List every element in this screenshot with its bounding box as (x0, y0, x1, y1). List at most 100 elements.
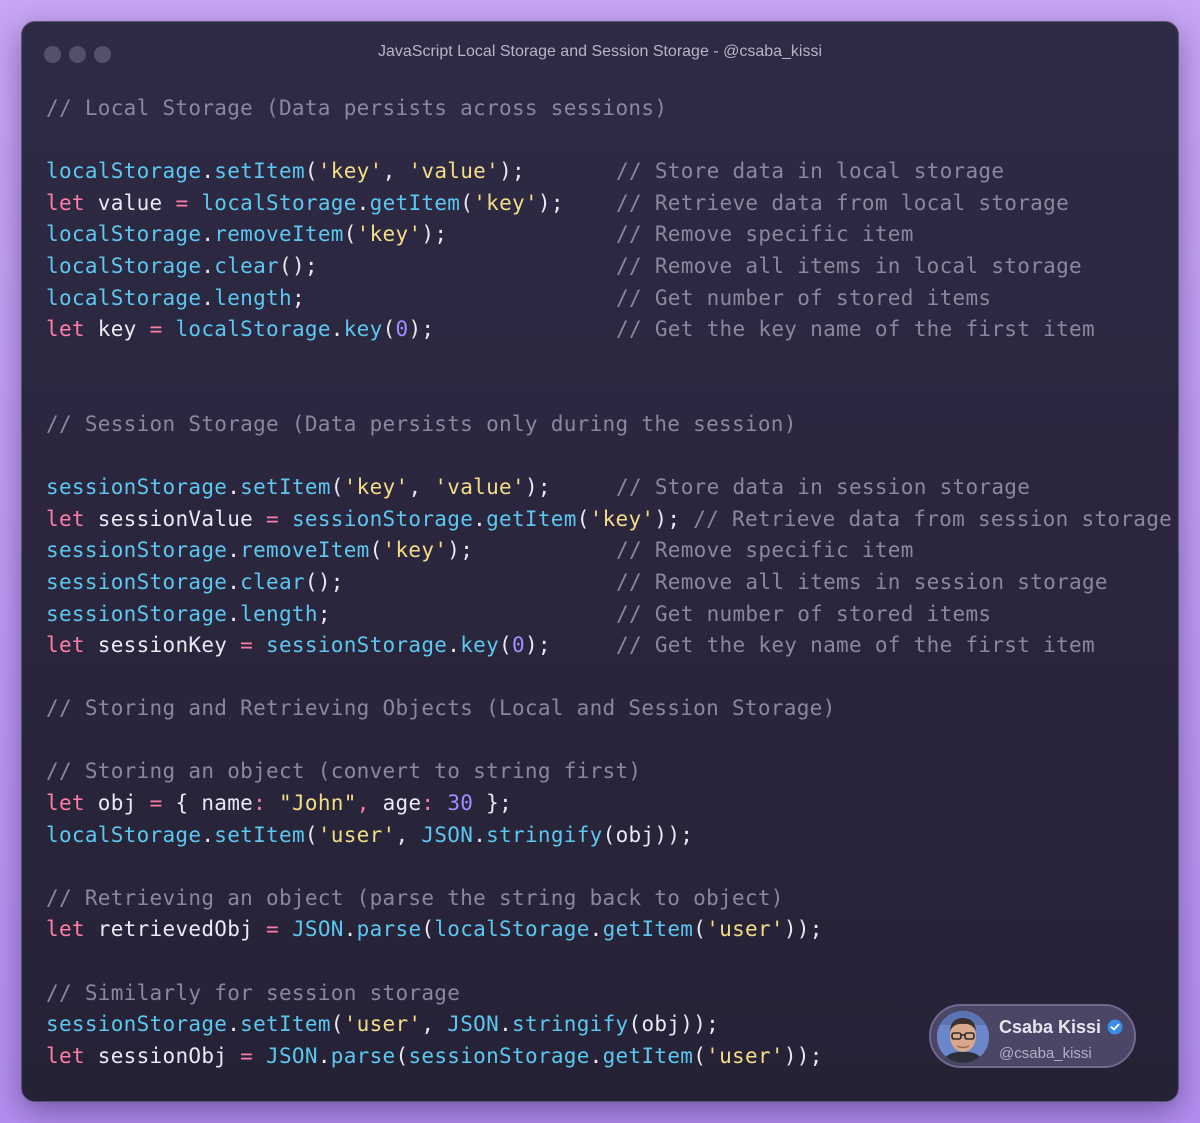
code-token: localStorage (46, 253, 202, 278)
inline-comment: // Get number of stored items (616, 285, 992, 310)
code-token: 30 (447, 791, 474, 816)
code-token: age (382, 791, 422, 816)
code-token: 'key' (382, 538, 448, 563)
inline-comment: // Retrieve data from local storage (616, 190, 1070, 215)
code-token: clear (240, 569, 305, 594)
code-token: = (175, 190, 202, 215)
code-token: sessionStorage (291, 506, 474, 531)
code-token: , (356, 791, 383, 816)
code-token: . (227, 601, 241, 626)
code-token: , (421, 1012, 448, 1037)
code-token: 'user' (343, 1012, 422, 1037)
code-token: JSON (421, 822, 474, 847)
code-token: ( (499, 633, 512, 658)
code-token: getItem (486, 506, 577, 531)
code-token: ); (537, 190, 564, 215)
code-token: JSON (291, 917, 344, 942)
inline-comment: // Remove specific item (616, 538, 914, 563)
code-token: // Similarly for session storage (46, 980, 461, 1005)
code-token: = (266, 917, 292, 942)
code-token: ( (304, 822, 318, 847)
title-bar: JavaScript Local Storage and Session Sto… (22, 22, 1178, 84)
code-token: : (421, 791, 448, 816)
code-token: JSON (447, 1012, 500, 1037)
code-token: 'user' (706, 1043, 784, 1068)
code-token: length (214, 285, 292, 310)
code-token: . (201, 253, 215, 278)
code-token: let (46, 317, 98, 342)
verified-check-icon (1107, 1019, 1123, 1035)
code-token: key (343, 317, 383, 342)
code-token: . (317, 1043, 331, 1068)
code-block: // Local Storage (Data persists across s… (46, 93, 1178, 1072)
code-line: let sessionKey = sessionStorage.key(0); /… (46, 630, 1178, 662)
code-line: sessionStorage.setItem('key', 'value'); /… (46, 472, 1178, 504)
code-token: removeItem (240, 538, 370, 563)
inline-comment: // Get number of stored items (616, 601, 992, 626)
code-token: = (149, 317, 176, 342)
code-token: 'user' (317, 822, 396, 847)
code-token: sessionObj (97, 1043, 241, 1068)
code-token: let (46, 506, 98, 531)
inline-comment: // Remove all items in local storage (616, 253, 1082, 278)
code-line: localStorage.length; // Get number of sto… (46, 283, 1178, 315)
code-token: 0 (395, 317, 409, 342)
code-line: let retrievedObj = JSON.parse(localStora… (46, 914, 1178, 946)
code-token: . (330, 317, 344, 342)
code-token: 0 (512, 633, 525, 658)
code-token: . (473, 506, 487, 531)
code-token: ( (421, 917, 435, 942)
code-token: sessionStorage (266, 633, 448, 658)
code-token: sessionStorage (46, 601, 228, 626)
code-token: getItem (602, 1043, 694, 1068)
code-token: ( (395, 1043, 409, 1068)
code-token: retrievedObj (97, 917, 267, 942)
window-title: JavaScript Local Storage and Session Sto… (377, 43, 823, 60)
code-token: ( (693, 917, 707, 942)
code-token: 'key' (343, 475, 409, 500)
code-token: 'key' (356, 222, 422, 247)
code-token: . (227, 538, 241, 563)
code-token: . (356, 190, 370, 215)
code-token: getItem (602, 917, 694, 942)
code-token: ; (317, 601, 331, 626)
code-token: . (499, 1012, 513, 1037)
code-line: // Session Storage (Data persists only d… (46, 409, 1178, 441)
author-handle: @csaba_kissi (999, 1045, 1092, 1062)
code-token: removeItem (214, 222, 344, 247)
code-line: // Storing an object (convert to string … (46, 756, 1178, 788)
code-line: let obj = { name: "John", age: 30 }; (46, 788, 1178, 820)
code-token: . (473, 822, 487, 847)
code-line: localStorage.removeItem('key'); // Remove… (46, 219, 1178, 251)
code-token: ( (382, 317, 396, 342)
code-line: localStorage.setItem('key', 'value'); // … (46, 156, 1178, 188)
code-token: = (240, 633, 267, 658)
code-token: . (227, 1012, 241, 1037)
code-token: ); (654, 506, 694, 531)
code-token: sessionStorage (46, 475, 228, 500)
code-token: localStorage (46, 285, 202, 310)
code-token: let (46, 917, 98, 942)
code-token: let (46, 633, 98, 658)
code-token: localStorage (434, 917, 590, 942)
code-token: stringify (512, 1012, 629, 1037)
author-badge[interactable]: Csaba Kissi @csaba_kissi (929, 1004, 1136, 1068)
code-token: (obj)); (628, 1012, 720, 1037)
code-token: . (201, 222, 215, 247)
code-token: "John" (279, 791, 357, 816)
code-token: localStorage (46, 159, 202, 184)
code-token: getItem (369, 190, 461, 215)
code-token: length (240, 601, 318, 626)
code-token: let (46, 1043, 98, 1068)
code-token: . (447, 633, 461, 658)
inline-comment: // Get the key name of the first item (616, 633, 1095, 658)
code-token: setItem (240, 1012, 331, 1037)
code-token: ( (369, 538, 383, 563)
code-token: , (382, 159, 409, 184)
